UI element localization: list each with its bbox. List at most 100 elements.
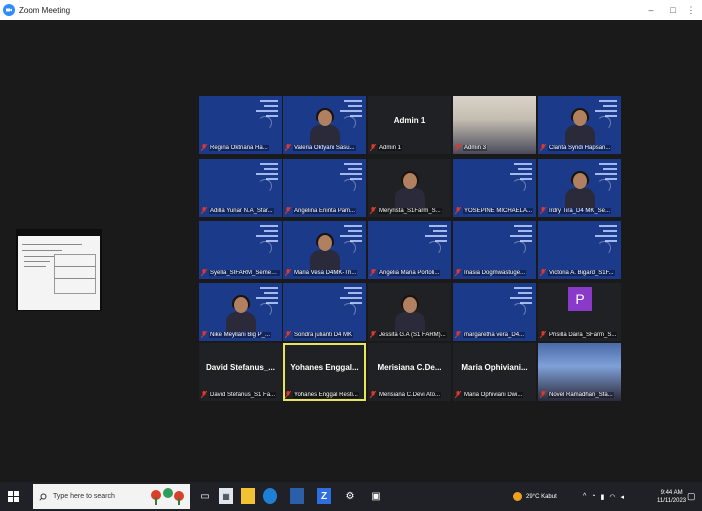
- participant-name: Valeria Oktyani Sasu...: [293, 144, 356, 151]
- participant-tile[interactable]: Clarita Syndi Hapsari...: [538, 96, 621, 154]
- file-explorer-icon[interactable]: [241, 488, 255, 504]
- participant-name: YOSEPINE MICHAELA...: [463, 207, 534, 214]
- participant-tile[interactable]: Admin 3: [453, 96, 536, 154]
- participant-tile[interactable]: Regina Oktriana Ha...: [199, 96, 282, 154]
- participant-tile[interactable]: Yohanes Enggal... Yohanes Enggal Resti...: [283, 343, 366, 401]
- participant-tile[interactable]: Adilla Yunar N.A_Sfar...: [199, 159, 282, 217]
- participant-tile[interactable]: Nike Meyllani Big P_...: [199, 283, 282, 341]
- participant-tile[interactable]: Victoria A. Bigard_S1F...: [538, 221, 621, 279]
- muted-mic-icon: [201, 207, 207, 214]
- participant-tile[interactable]: David Stefanus_... David Stefanus_S1 Fa..…: [199, 343, 282, 401]
- shared-document: [18, 236, 100, 310]
- participant-name: Regina Oktriana Ha...: [209, 144, 269, 151]
- taskbar-search-box[interactable]: Type here to search: [33, 484, 190, 509]
- participant-name: Clarita Syndi Hapsari...: [548, 144, 612, 151]
- participant-label: Admin 1: [370, 143, 449, 152]
- participant-video: [309, 233, 340, 270]
- participant-name: Meryrista_S1Farm_S...: [378, 207, 442, 214]
- participant-tile[interactable]: Admin 1 Admin 1: [368, 96, 451, 154]
- participant-label: David Stefanus_S1 Fa...: [201, 390, 280, 399]
- participant-label: Merisiana C.Devi Ato...: [370, 390, 449, 399]
- participant-tile[interactable]: Sondra julianti D4 MK: [283, 283, 366, 341]
- settings-gear-icon[interactable]: ⚙: [343, 488, 357, 504]
- participant-label: Adilla Yunar N.A_Sfar...: [201, 206, 280, 215]
- muted-mic-icon: [540, 269, 546, 276]
- clock[interactable]: 9:44 AM 11/11/2023: [657, 482, 686, 511]
- participant-tile[interactable]: Meryrista_S1Farm_S...: [368, 159, 451, 217]
- participant-tile[interactable]: Angelia Maria Portoli...: [368, 221, 451, 279]
- participant-label: Meryrista_S1Farm_S...: [370, 206, 449, 215]
- participant-name: Jessifa G.A (S1 FARM)...: [378, 331, 447, 338]
- participant-tile[interactable]: Angelina Eninta Pam...: [283, 159, 366, 217]
- network-icon[interactable]: ◔: [591, 493, 595, 500]
- windows-start-icon[interactable]: [8, 491, 19, 502]
- participant-tile[interactable]: Syella_SIFARM_Semest...: [199, 221, 282, 279]
- participant-video: [309, 108, 340, 145]
- participant-label: Inasia Dogmwastuge...: [455, 268, 534, 277]
- participant-tile[interactable]: Valeria Oktyani Sasu...: [283, 96, 366, 154]
- window-title: Zoom Meeting: [19, 5, 71, 15]
- participant-name: Nike Meyllani Big P_...: [209, 331, 272, 338]
- participant-tile[interactable]: P Prisilla Daira_SFarm_S...: [538, 283, 621, 341]
- participant-tile[interactable]: Irdry Tira_D4 MK_Se...: [538, 159, 621, 217]
- participant-tile[interactable]: Maria Vesa D4MK-Th...: [283, 221, 366, 279]
- muted-mic-icon: [370, 331, 376, 338]
- participant-display-name: Yohanes Enggal...: [290, 363, 359, 372]
- muted-mic-icon: [370, 144, 376, 151]
- participant-video: [394, 295, 425, 332]
- app-window-icon[interactable]: ▣: [369, 488, 383, 504]
- task-view-icon[interactable]: ▭: [198, 488, 212, 504]
- muted-mic-icon: [285, 207, 291, 214]
- muted-mic-icon: [201, 144, 207, 151]
- participant-name: Novel Ramadhan_Sfa...: [548, 391, 614, 398]
- muted-mic-icon: [370, 269, 376, 276]
- participant-tile[interactable]: YOSEPINE MICHAELA...: [453, 159, 536, 217]
- participant-name: Prisilla Daira_SFarm_S...: [548, 331, 618, 338]
- shared-screen-thumbnail[interactable]: [16, 229, 102, 311]
- participant-tile[interactable]: Novel Ramadhan_Sfa...: [538, 343, 621, 401]
- weather-sun-icon: [513, 492, 522, 501]
- muted-mic-icon: [455, 391, 461, 398]
- weather-widget[interactable]: 29°C Kabut: [513, 482, 557, 511]
- participant-name: Angelina Eninta Pam...: [293, 207, 357, 214]
- participant-label: Angelina Eninta Pam...: [285, 206, 364, 215]
- battery-icon[interactable]: ▮: [601, 493, 605, 501]
- participant-label: Regina Oktriana Ha...: [201, 143, 280, 152]
- windows-taskbar: Type here to search ▭ ▦ Z ⚙ ▣ 29°C Kabut…: [0, 482, 702, 511]
- participant-name: Sondra julianti D4 MK: [293, 331, 354, 338]
- muted-mic-icon: [201, 331, 207, 338]
- zoom-window: Zoom Meeting – □ ⋮ Regina Oktriana Ha...…: [0, 0, 702, 511]
- participant-label: Angelia Maria Portoli...: [370, 268, 449, 277]
- participant-tile[interactable]: Jessifa G.A (S1 FARM)...: [368, 283, 451, 341]
- participant-tile[interactable]: margaretha vera_D4...: [453, 283, 536, 341]
- participant-tile[interactable]: Maria Ophiviani... Maria Ophiviani Dwi...: [453, 343, 536, 401]
- participant-name: Syella_SIFARM_Semest...: [209, 269, 280, 276]
- participant-video: [394, 171, 425, 208]
- calculator-icon[interactable]: ▦: [219, 488, 233, 504]
- edge-browser-icon[interactable]: [263, 488, 277, 504]
- minimize-button[interactable]: –: [640, 0, 662, 20]
- participant-tile[interactable]: Merisiana C.De... Merisiana C.Devi Ato...: [368, 343, 451, 401]
- participant-label: Prisilla Daira_SFarm_S...: [540, 330, 619, 339]
- participant-tile[interactable]: Inasia Dogmwastuge...: [453, 221, 536, 279]
- search-highlight-icon: [151, 488, 184, 505]
- muted-mic-icon: [285, 269, 291, 276]
- muted-mic-icon: [285, 391, 291, 398]
- notification-icon[interactable]: ▢: [687, 482, 696, 511]
- mail-icon[interactable]: [290, 488, 304, 504]
- participant-video: [564, 171, 595, 208]
- participant-label: YOSEPINE MICHAELA...: [455, 206, 534, 215]
- participant-name: Admin 1: [378, 144, 403, 151]
- muted-mic-icon: [201, 269, 207, 276]
- chevron-up-icon[interactable]: ^: [583, 493, 586, 500]
- zoom-taskbar-icon[interactable]: Z: [317, 488, 331, 504]
- more-options-button[interactable]: ⋮: [680, 0, 702, 20]
- participant-label: Valeria Oktyani Sasu...: [285, 143, 364, 152]
- participant-label: Novel Ramadhan_Sfa...: [540, 390, 619, 399]
- clock-time: 9:44 AM: [660, 489, 683, 496]
- volume-icon[interactable]: ◂: [621, 493, 625, 501]
- participant-label: Jessifa G.A (S1 FARM)...: [370, 330, 449, 339]
- participant-name: Adilla Yunar N.A_Sfar...: [209, 207, 274, 214]
- wifi-icon[interactable]: ◠: [609, 493, 615, 501]
- participant-name: Merisiana C.Devi Ato...: [378, 391, 442, 398]
